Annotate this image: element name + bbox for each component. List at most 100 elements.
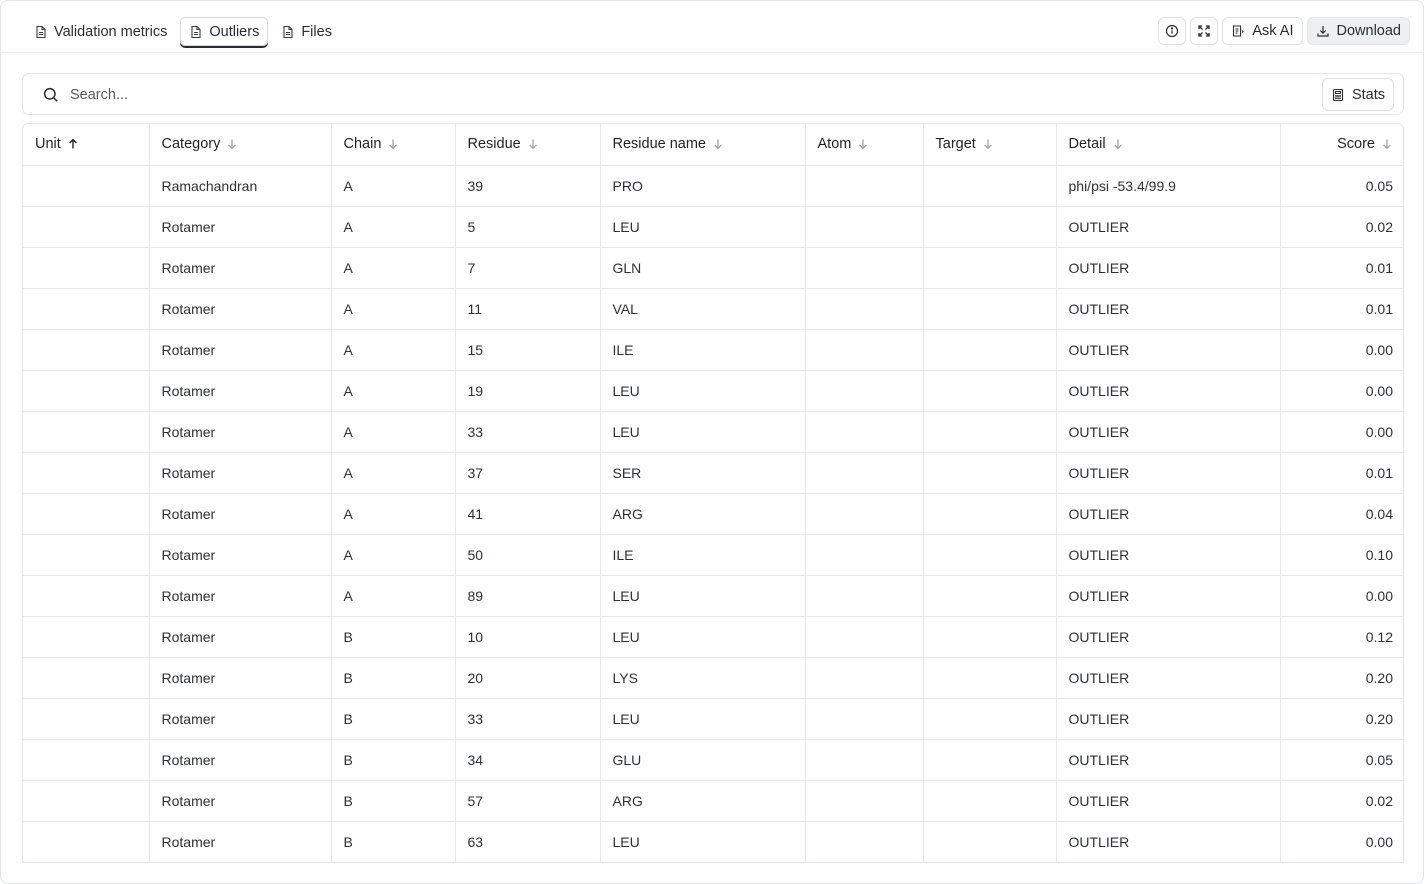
column-header-chain[interactable]: Chain [331,124,456,166]
table-row[interactable]: Rotamer A 89 LEU OUTLIER 0.00 [23,575,1403,617]
cell-target [923,821,1057,862]
column-header-unit[interactable]: Unit [23,124,150,166]
tab-validation-metrics[interactable]: Validation metrics [25,17,176,46]
cell-unit [23,165,150,207]
cell-target [923,575,1057,617]
cell-residue: 7 [455,247,601,289]
table-row[interactable]: Rotamer B 20 LYS OUTLIER 0.20 [23,657,1403,699]
column-header-detail[interactable]: Detail [1056,124,1281,166]
table-row[interactable]: Rotamer A 41 ARG OUTLIER 0.04 [23,493,1403,535]
table-row[interactable]: Rotamer A 50 ILE OUTLIER 0.10 [23,534,1403,576]
cell-detail: OUTLIER [1056,739,1281,781]
table-row[interactable]: Rotamer B 34 GLU OUTLIER 0.05 [23,739,1403,781]
cell-residue-name: LEU [600,575,806,617]
cell-score: 0.10 [1280,534,1403,576]
table-row[interactable]: Rotamer A 15 ILE OUTLIER 0.00 [23,329,1403,371]
tab-label: Validation metrics [54,23,168,40]
cell-target [923,534,1057,576]
cell-chain [331,862,455,863]
tab-files[interactable]: Files [272,17,341,46]
table-row[interactable]: Rotamer B 57 ARG OUTLIER 0.02 [23,780,1403,822]
cell-residue: 33 [455,411,601,453]
cell-target [923,370,1057,412]
cell-detail [1056,862,1280,863]
cell-category: Rotamer [149,288,332,330]
cell-unit [23,698,150,740]
cell-chain: B [331,698,456,740]
cell-score: 0.04 [1280,493,1403,535]
column-header-residue[interactable]: Residue [455,124,601,166]
cell-residue: 33 [455,698,601,740]
cell-residue: 10 [455,616,601,658]
stats-button[interactable]: Stats [1321,78,1394,111]
cell-category: Rotamer [149,452,332,494]
tab-outliers[interactable]: Outliers [180,17,269,46]
cell-score: 0.01 [1280,452,1403,494]
cell-chain: B [331,821,456,862]
table-row[interactable]: Rotamer A 33 LEU OUTLIER 0.00 [23,411,1403,453]
cell-category: Rotamer [149,493,332,535]
cell-residue-name: PRO [600,165,806,207]
tab-label: Outliers [209,23,260,40]
cell-residue-name: LEU [600,616,806,658]
cell-atom [805,821,924,862]
table-header-row: Unit Category Chain Residue Residue name Atom… [23,124,1403,166]
table-row[interactable] [23,862,1404,863]
cell-target [923,493,1057,535]
cell-unit [23,247,150,289]
cell-category: Rotamer [149,698,332,740]
column-header-target[interactable]: Target [923,124,1057,166]
table-row[interactable]: Rotamer B 33 LEU OUTLIER 0.20 [23,698,1403,740]
cell-target [923,165,1057,207]
search-input[interactable] [70,83,1270,107]
cell-chain: A [331,288,456,330]
cell-detail: OUTLIER [1056,288,1281,330]
cell-residue-name: LEU [600,206,806,248]
cell-unit [23,329,150,371]
table-row[interactable]: Rotamer A 7 GLN OUTLIER 0.01 [23,247,1403,289]
cell-target [923,780,1057,822]
cell-residue-name: SER [600,452,806,494]
calculator-icon [1332,88,1344,101]
sort-ascending-icon [68,138,77,149]
ask-ai-button[interactable]: Ask AI [1222,17,1303,45]
cell-chain: A [331,452,456,494]
cell-category: Rotamer [149,780,332,822]
sort-descending-icon [228,139,237,150]
table-row[interactable]: Rotamer A 5 LEU OUTLIER 0.02 [23,206,1403,248]
table-row[interactable]: Ramachandran A 39 PRO phi/psi -53.4/99.9 0.05 [23,165,1403,207]
table-row[interactable]: Rotamer A 11 VAL OUTLIER 0.01 [23,288,1403,330]
cell-unit [23,288,150,330]
cell-residue-name: LYS [600,657,806,699]
cell-score: 0.05 [1280,739,1403,781]
column-header-atom[interactable]: Atom [805,124,924,166]
expand-icon [1198,25,1211,37]
info-button[interactable] [1158,17,1187,45]
cell-target [923,206,1057,248]
table-row[interactable]: Rotamer B 10 LEU OUTLIER 0.12 [23,616,1403,658]
tab-label: Files [301,23,332,40]
cell-atom [805,329,924,371]
expand-button[interactable] [1190,17,1219,45]
cell-category: Rotamer [149,739,332,781]
table-row[interactable]: Rotamer B 63 LEU OUTLIER 0.00 [23,821,1403,862]
cell-category: Rotamer [149,575,332,617]
cell-score: 0.00 [1280,821,1403,862]
column-header-label: Detail [1068,136,1106,153]
cell-score: 0.02 [1280,780,1403,822]
cell-score: 0.05 [1280,165,1403,207]
column-header-residue-name[interactable]: Residue name [600,124,806,166]
cell-unit [23,575,150,617]
cell-residue: 5 [455,206,601,248]
cell-unit [23,370,150,412]
cell-detail: OUTLIER [1056,575,1281,617]
column-header-category[interactable]: Category [149,124,332,166]
table-row[interactable]: Rotamer A 19 LEU OUTLIER 0.00 [23,370,1403,412]
download-button[interactable]: Download [1306,17,1410,45]
column-header-label: Atom [817,136,852,153]
column-header-score[interactable]: Score [1280,124,1403,166]
table-row[interactable]: Rotamer A 37 SER OUTLIER 0.01 [23,452,1403,494]
cell-residue-name [600,862,805,863]
cell-chain: A [331,575,456,617]
cell-atom [805,288,924,330]
